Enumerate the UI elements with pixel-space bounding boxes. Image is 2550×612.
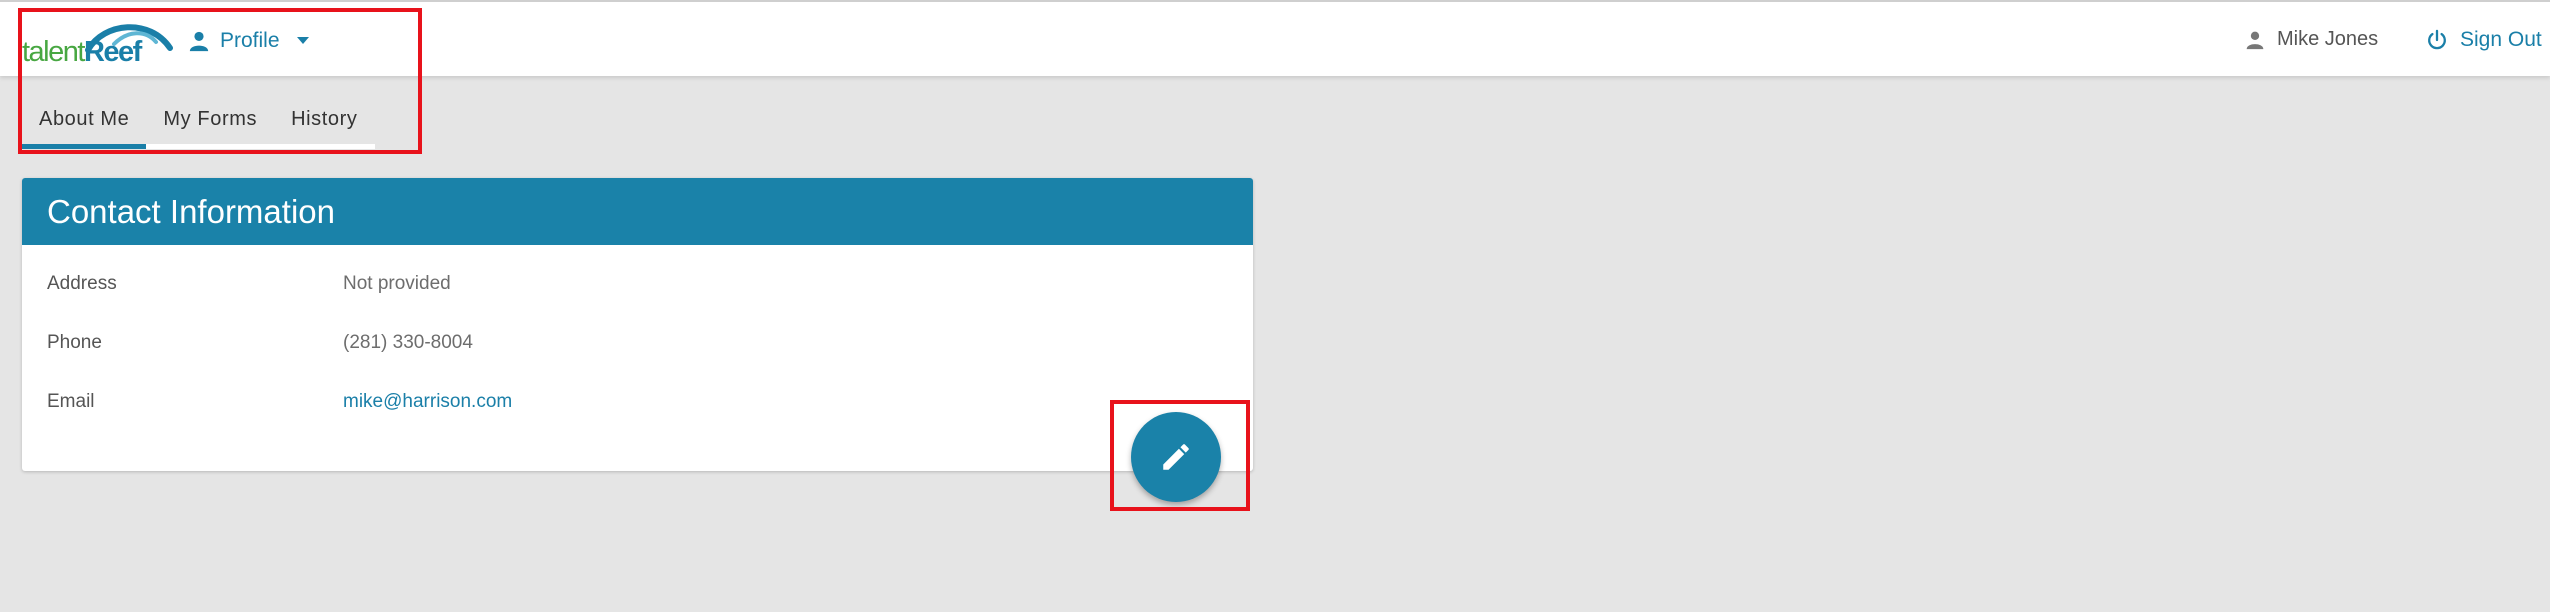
contact-row-email: Email mike@harrison.com: [47, 391, 512, 413]
contact-row-phone: Phone (281) 330-8004: [47, 332, 473, 354]
profile-menu-label: Profile: [220, 29, 280, 52]
tab-about-me[interactable]: About Me: [22, 94, 147, 149]
sign-out-label: Sign Out: [2460, 28, 2542, 51]
logo-wordmark: talentReef: [22, 36, 142, 69]
profile-tabs: About Me My Forms History: [22, 94, 375, 149]
user-name-label: Mike Jones: [2277, 28, 2379, 50]
tab-my-forms[interactable]: My Forms: [146, 94, 274, 144]
email-label: Email: [47, 391, 95, 412]
caret-down-icon: [296, 37, 309, 44]
phone-value: (281) 330-8004: [343, 332, 473, 353]
address-value: Not provided: [343, 273, 451, 294]
tab-history[interactable]: History: [274, 94, 374, 144]
address-label: Address: [47, 273, 117, 294]
contact-row-address: Address Not provided: [47, 273, 451, 295]
user-icon: [189, 31, 209, 52]
card-title: Contact Information: [22, 178, 1253, 245]
talentreef-logo[interactable]: talentReef: [22, 16, 173, 68]
top-navigation-bar: talentReef Profile Mike Jones Sign Out: [0, 0, 2550, 76]
user-icon: [2246, 31, 2264, 49]
sign-out-button[interactable]: Sign Out: [2426, 28, 2542, 52]
logo-text-talent: talent: [22, 36, 85, 68]
logo-text-reef: Reef: [83, 36, 142, 68]
power-icon: [2428, 29, 2446, 50]
edit-contact-button[interactable]: [1131, 412, 1221, 502]
profile-dropdown[interactable]: Profile: [188, 26, 310, 56]
contact-information-card: Contact Information Address Not provided…: [22, 178, 1253, 471]
pencil-icon: [1163, 444, 1189, 470]
email-link[interactable]: mike@harrison.com: [343, 391, 512, 413]
current-user: Mike Jones: [2245, 28, 2378, 51]
phone-label: Phone: [47, 332, 102, 353]
